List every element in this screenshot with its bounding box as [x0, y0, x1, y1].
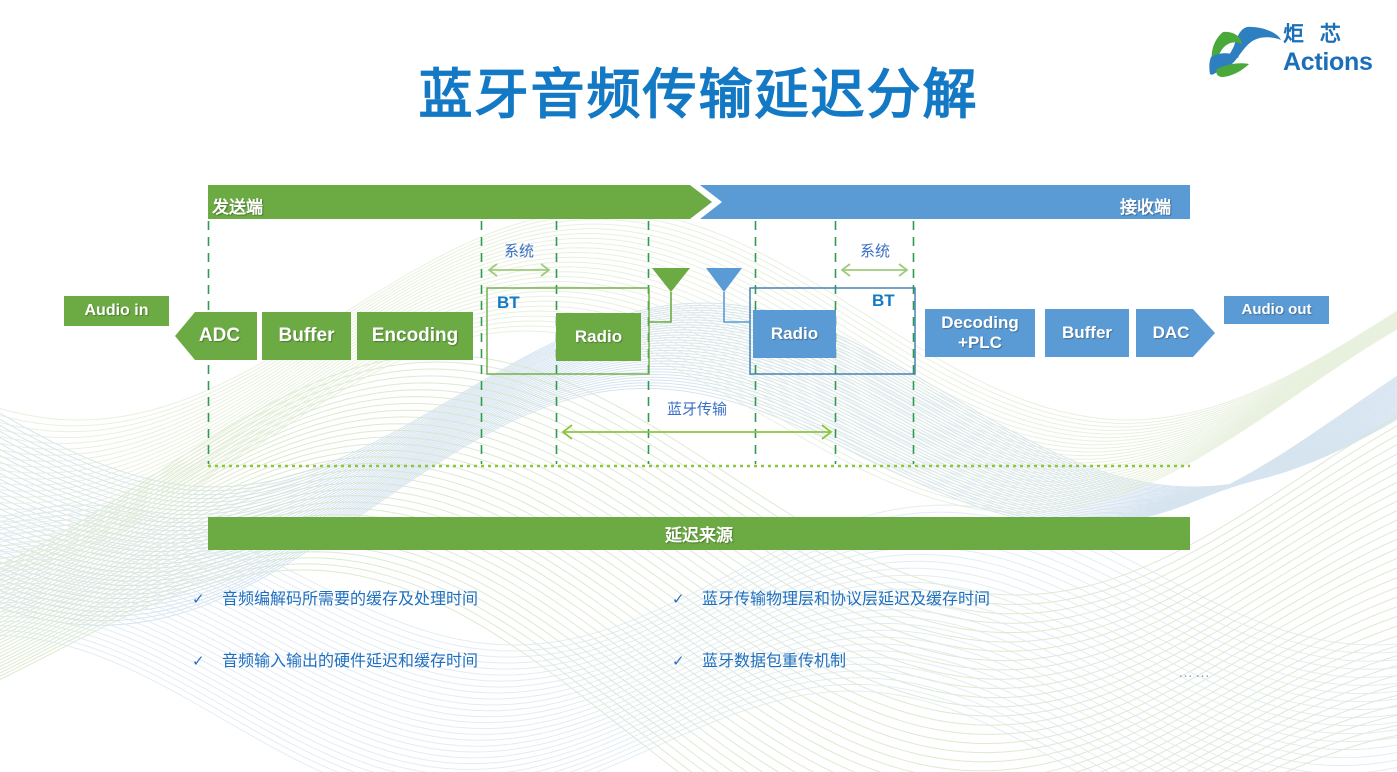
check-icon: ✓: [192, 591, 205, 608]
sender-bt-label: BT: [497, 293, 520, 312]
list-item-label: 音频编解码所需要的缓存及处理时间: [222, 591, 479, 608]
sender-header-label: 发送端: [212, 198, 263, 217]
bluetooth-transmission-arrow: [561, 424, 833, 440]
audio-in-node: Audio in: [64, 296, 169, 326]
sender-radio-node: Radio: [556, 313, 641, 361]
logo-chinese-text: 炬 芯: [1283, 23, 1346, 46]
sender-antenna-icon: [649, 268, 690, 323]
receiver-radio-label: Radio: [770, 324, 819, 344]
receiver-antenna-icon: [706, 268, 751, 323]
sender-buffer-label: Buffer: [278, 325, 335, 347]
audio-out-label: Audio out: [1241, 301, 1312, 319]
audio-out-node: Audio out: [1224, 296, 1329, 324]
sender-system-label: 系统: [503, 243, 534, 260]
receiver-header-shape: [700, 185, 1190, 219]
decoding-plc-node: Decoding +PLC: [925, 309, 1035, 357]
adc-label: ADC: [198, 325, 241, 347]
receiver-buffer-node: Buffer: [1045, 309, 1129, 357]
audio-in-label: Audio in: [84, 301, 149, 319]
page-title: 蓝牙音频传输延迟分解: [418, 65, 979, 125]
latency-sources-list: ✓ 音频编解码所需要的缓存及处理时间 ✓ 音频输入输出的硬件延迟和缓存时间 ✓ …: [0, 590, 1397, 700]
company-logo: 炬 芯 Actions: [1209, 20, 1379, 86]
list-item-label: 蓝牙传输物理层和协议层延迟及缓存时间: [702, 591, 991, 608]
receiver-header-label: 接收端: [1120, 198, 1171, 217]
receiver-system-arrow: [840, 263, 909, 277]
encoding-node: Encoding: [357, 312, 473, 360]
list-item: ✓ 蓝牙传输物理层和协议层延迟及缓存时间: [672, 590, 990, 610]
check-icon: ✓: [672, 653, 685, 670]
sender-system-arrow: [487, 263, 551, 277]
receiver-system-label: 系统: [859, 243, 890, 260]
receiver-buffer-label: Buffer: [1061, 323, 1113, 343]
list-item: ✓ 音频输入输出的硬件延迟和缓存时间: [192, 652, 478, 672]
check-icon: ✓: [672, 591, 685, 608]
latency-sources-header-label: 延迟来源: [665, 526, 733, 545]
bluetooth-transmission-label: 蓝牙传输: [666, 401, 727, 418]
decoding-plc-label: Decoding +PLC: [941, 313, 1019, 352]
list-item: ✓ 蓝牙数据包重传机制: [672, 652, 846, 672]
check-icon: ✓: [192, 653, 205, 670]
receiver-radio-node: Radio: [753, 310, 836, 358]
adc-node: ADC: [182, 312, 257, 360]
encoding-label: Encoding: [371, 325, 459, 347]
latency-sources-header: 延迟来源: [208, 517, 1190, 550]
sender-radio-label: Radio: [574, 327, 623, 347]
sender-buffer-node: Buffer: [262, 312, 351, 360]
ellipsis-text: ……: [1178, 664, 1212, 681]
list-item-label: 蓝牙数据包重传机制: [702, 653, 847, 670]
list-item: ✓ 音频编解码所需要的缓存及处理时间: [192, 590, 478, 610]
list-item-label: 音频输入输出的硬件延迟和缓存时间: [222, 653, 479, 670]
slide-canvas: 炬 芯 Actions 蓝牙音频传输延迟分解 发送端 接收端 Audio in …: [0, 0, 1397, 772]
dac-label: DAC: [1152, 323, 1190, 343]
logo-swoosh-icon: [1209, 26, 1281, 77]
logo-english-text: Actions: [1283, 48, 1373, 76]
receiver-bt-label: BT: [872, 291, 895, 310]
sender-header-shape: [208, 185, 712, 219]
dac-node: DAC: [1140, 309, 1202, 357]
